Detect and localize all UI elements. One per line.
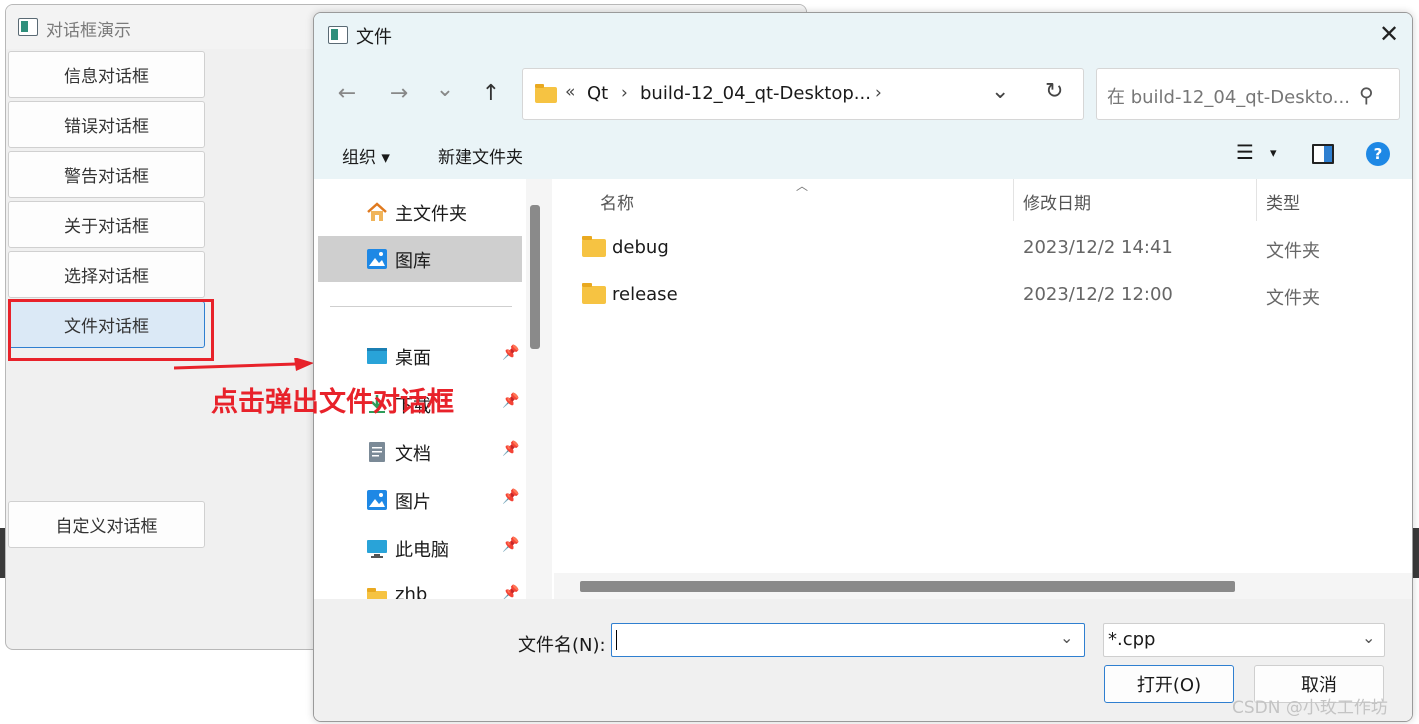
back-arrow-icon[interactable]: ← xyxy=(332,79,362,109)
recent-locations-icon[interactable]: ⌄ xyxy=(430,75,460,105)
address-bar[interactable]: « Qt › build-12_04_qt-Desktop... › ⌄ ↻ xyxy=(522,68,1084,120)
breadcrumb-qt[interactable]: Qt xyxy=(587,83,608,104)
address-dropdown-icon[interactable]: ⌄ xyxy=(991,79,1009,104)
file-dialog: 文件 ✕ ← → ⌄ ↑ « Qt › build-12_04_qt-Deskt… xyxy=(313,12,1413,722)
file-modified: 2023/12/2 12:00 xyxy=(1023,284,1173,305)
breadcrumb-build[interactable]: build-12_04_qt-Desktop... xyxy=(640,83,871,104)
info-dialog-button[interactable]: 信息对话框 xyxy=(8,51,205,98)
horizontal-scrollbar-thumb[interactable] xyxy=(580,581,1235,592)
sidebar-item-label: 桌面 xyxy=(395,348,431,369)
pin-icon[interactable]: 📌 xyxy=(502,489,519,505)
background-edge-right xyxy=(1413,528,1419,578)
sidebar-item-documents[interactable]: 文档 📌 xyxy=(318,429,522,475)
dialog-title: 文件 xyxy=(356,27,392,48)
file-type-filter[interactable]: *.cpp ⌄ xyxy=(1103,623,1385,657)
pin-icon[interactable]: 📌 xyxy=(502,441,519,457)
annotation-arrow xyxy=(174,358,314,371)
view-options-icon[interactable]: ☰ xyxy=(1236,140,1254,164)
file-type: 文件夹 xyxy=(1266,288,1320,309)
search-icon[interactable]: ⚲ xyxy=(1359,83,1374,107)
breadcrumb-separator-icon: › xyxy=(621,83,628,103)
dialog-app-icon xyxy=(328,26,348,44)
sidebar-item-label: 图库 xyxy=(395,251,431,272)
sidebar-divider xyxy=(330,306,512,307)
filename-label: 文件名(N): xyxy=(518,635,606,656)
sidebar-item-label: 文档 xyxy=(395,444,431,465)
view-dropdown-icon[interactable]: ▾ xyxy=(1270,146,1277,161)
column-divider[interactable] xyxy=(1256,179,1257,221)
red-highlight-box xyxy=(8,299,214,361)
file-name: release xyxy=(612,284,678,305)
desktop-icon xyxy=(367,348,387,364)
sidebar-item-label: zhb xyxy=(395,584,428,599)
filter-dropdown-icon[interactable]: ⌄ xyxy=(1362,628,1375,647)
command-toolbar: 组织 ▾ 新建文件夹 ☰ ▾ ? xyxy=(314,131,1412,179)
app-icon xyxy=(18,18,38,36)
address-overflow[interactable]: « xyxy=(565,82,575,102)
up-arrow-icon[interactable]: ↑ xyxy=(476,79,506,109)
navigation-bar: ← → ⌄ ↑ « Qt › build-12_04_qt-Desktop...… xyxy=(314,57,1412,131)
new-folder-button[interactable]: 新建文件夹 xyxy=(438,143,523,168)
sort-ascending-icon: ︿ xyxy=(796,179,809,193)
search-placeholder: 在 build-12_04_qt-Deskto... xyxy=(1107,87,1350,108)
custom-dialog-button[interactable]: 自定义对话框 xyxy=(8,501,205,548)
refresh-icon[interactable]: ↻ xyxy=(1045,79,1063,104)
gallery-icon xyxy=(367,249,387,269)
organize-menu[interactable]: 组织 ▾ xyxy=(342,143,390,168)
sidebar-item-pictures[interactable]: 图片 📌 xyxy=(318,477,522,523)
pin-icon[interactable]: 📌 xyxy=(502,393,519,409)
search-box[interactable]: 在 build-12_04_qt-Deskto... ⚲ xyxy=(1096,68,1400,120)
sidebar-item-this-pc[interactable]: 此电脑 📌 xyxy=(318,525,522,571)
pictures-icon xyxy=(367,490,387,510)
breadcrumb-separator-icon: › xyxy=(875,83,882,103)
sidebar-item-desktop[interactable]: 桌面 📌 xyxy=(318,333,522,379)
sidebar-item-zhb[interactable]: zhb 📌 xyxy=(318,573,522,599)
column-header-modified[interactable]: 修改日期 xyxy=(1023,189,1091,214)
sidebar-item-label: 此电脑 xyxy=(395,540,449,561)
home-icon xyxy=(367,202,387,221)
sidebar-item-label: 主文件夹 xyxy=(395,204,467,225)
folder-icon xyxy=(367,588,387,599)
open-button[interactable]: 打开(O) xyxy=(1104,665,1234,703)
document-icon xyxy=(369,442,385,462)
file-type: 文件夹 xyxy=(1266,241,1320,262)
about-dialog-button[interactable]: 关于对话框 xyxy=(8,201,205,248)
filename-input[interactable]: ⌄ xyxy=(611,623,1085,657)
column-divider[interactable] xyxy=(1013,179,1014,221)
file-row-debug[interactable]: debug 2023/12/2 14:41 文件夹 xyxy=(554,225,1412,271)
pin-icon[interactable]: 📌 xyxy=(502,585,519,599)
file-row-release[interactable]: release 2023/12/2 12:00 文件夹 xyxy=(554,272,1412,318)
file-name: debug xyxy=(612,237,669,258)
sidebar-item-label: 图片 xyxy=(395,492,431,513)
pc-icon xyxy=(367,540,387,558)
filter-value: *.cpp xyxy=(1108,629,1156,650)
close-icon[interactable]: ✕ xyxy=(1374,19,1404,49)
sidebar-item-home[interactable]: 主文件夹 xyxy=(318,189,522,235)
pin-icon[interactable]: 📌 xyxy=(502,345,519,361)
forward-arrow-icon[interactable]: → xyxy=(384,79,414,109)
choice-dialog-button[interactable]: 选择对话框 xyxy=(8,251,205,298)
column-header-type[interactable]: 类型 xyxy=(1266,189,1300,214)
folder-icon xyxy=(535,84,557,103)
error-dialog-button[interactable]: 错误对话框 xyxy=(8,101,205,148)
file-list: ︿ 名称 修改日期 类型 debug 2023/12/2 14:41 文件夹 r… xyxy=(554,179,1412,599)
text-cursor xyxy=(616,630,617,650)
main-window-title: 对话框演示 xyxy=(46,21,131,41)
preview-pane-icon[interactable] xyxy=(1312,144,1334,164)
folder-icon xyxy=(582,236,606,257)
filename-dropdown-icon[interactable]: ⌄ xyxy=(1060,628,1073,647)
warning-dialog-button[interactable]: 警告对话框 xyxy=(8,151,205,198)
sidebar-scrollbar-thumb[interactable] xyxy=(530,205,540,349)
dialog-titlebar: 文件 ✕ xyxy=(314,13,1412,57)
folder-icon xyxy=(582,283,606,304)
sidebar-item-gallery[interactable]: 图库 xyxy=(318,236,522,282)
annotation-text: 点击弹出文件对话框 xyxy=(211,387,454,418)
column-header-name[interactable]: 名称 xyxy=(600,189,634,214)
watermark: CSDN @小玫工作坊 xyxy=(1232,698,1388,718)
file-modified: 2023/12/2 14:41 xyxy=(1023,237,1173,258)
help-icon[interactable]: ? xyxy=(1366,142,1390,166)
pin-icon[interactable]: 📌 xyxy=(502,537,519,553)
